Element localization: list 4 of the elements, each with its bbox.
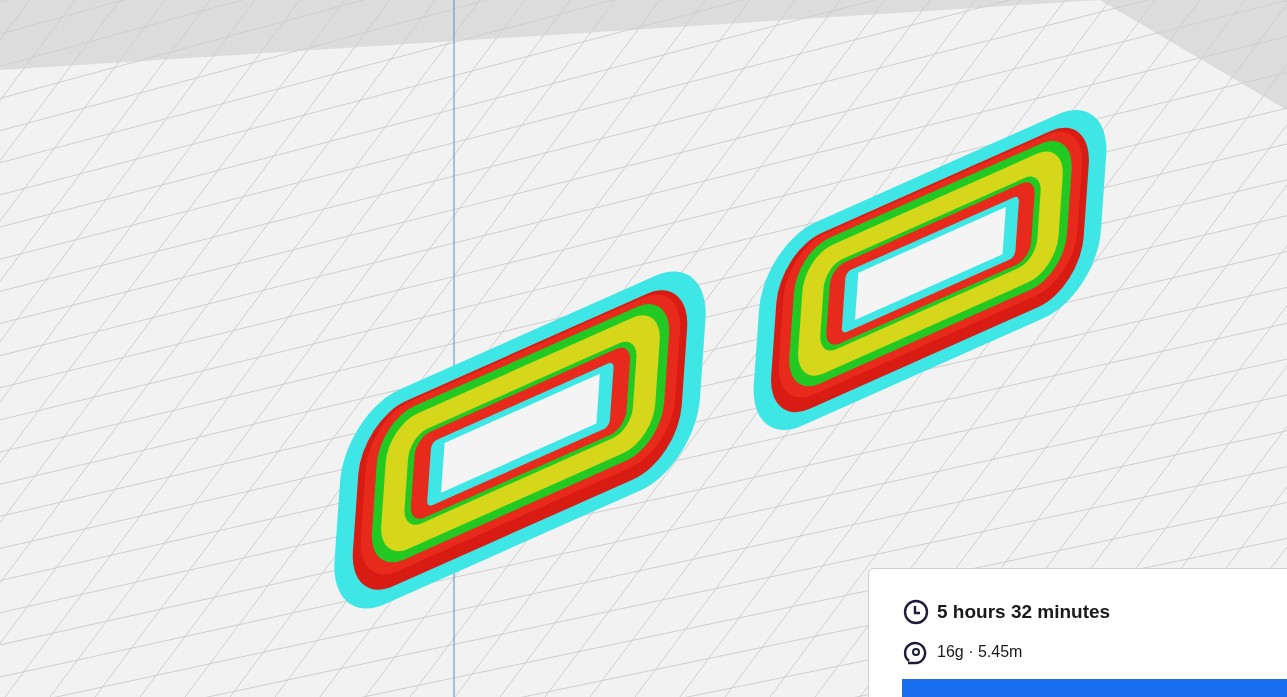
action-button[interactable]	[902, 678, 1287, 697]
material-usage: 16g · 5.45m	[937, 641, 1023, 662]
print-time: 5 hours 32 minutes	[937, 600, 1111, 624]
clock-icon	[903, 599, 929, 626]
